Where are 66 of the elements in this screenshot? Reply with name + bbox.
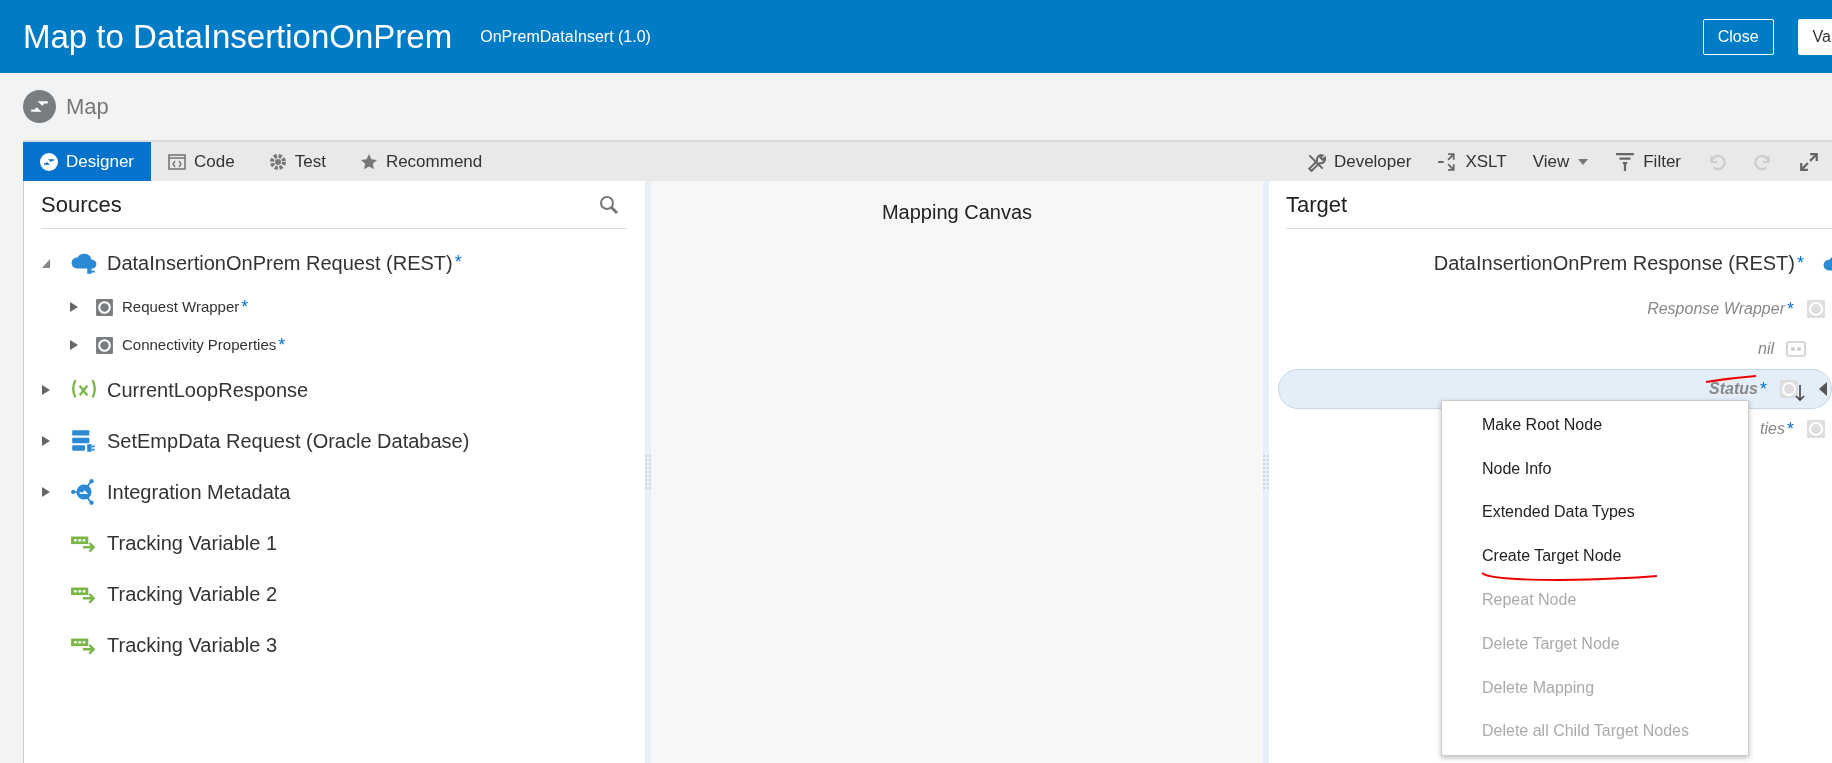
expand-triangle-icon[interactable] (41, 383, 51, 396)
target-title: Target (1286, 191, 1348, 219)
sources-title: Sources (41, 191, 122, 219)
node-icon (95, 335, 114, 355)
toolbar-button[interactable]: Filter (1602, 142, 1694, 181)
splitter-handle-icon[interactable] (645, 454, 651, 491)
arrows-icon (1437, 151, 1458, 172)
tab[interactable]: Code (151, 142, 252, 181)
required-asterisk: * (1797, 251, 1804, 275)
expand-icon (1799, 151, 1819, 172)
expand-triangle-icon[interactable] (69, 339, 79, 351)
tab[interactable]: Recommend (342, 142, 500, 181)
tree-item-label[interactable]: Request Wrapper (122, 295, 240, 319)
tab[interactable]: Designer (23, 142, 152, 181)
tree-item-label[interactable]: Tracking Variable 1 (107, 527, 278, 558)
wrench-screwdriver-icon (1305, 151, 1326, 172)
expand-triangle-icon[interactable] (69, 301, 79, 313)
tree-item-label[interactable]: Integration Metadata (107, 476, 291, 507)
target-node-label[interactable]: Response Wrapper (1647, 297, 1785, 321)
tree-item-label[interactable]: Tracking Variable 3 (107, 629, 278, 660)
canvas-title: Mapping Canvas (881, 201, 1033, 223)
code-icon (168, 152, 187, 171)
collapse-triangle-icon[interactable] (1819, 382, 1827, 396)
node-icon (1806, 299, 1826, 319)
target-node-label[interactable]: DataInsertionOnPrem Response (REST) (1433, 248, 1795, 278)
annotation-mark (1705, 375, 1757, 383)
expand-triangle-icon[interactable] (41, 485, 51, 498)
gear-icon (268, 152, 287, 171)
tab[interactable]: Test (251, 142, 343, 181)
required-asterisk: * (1787, 297, 1794, 321)
map-icon (23, 90, 56, 123)
tree-item-label[interactable]: SetEmpData Request (Oracle Database) (107, 425, 470, 456)
toolbar-button[interactable]: Developer (1292, 142, 1425, 181)
caret-icon (1577, 157, 1590, 166)
expand-triangle-icon[interactable] (41, 434, 51, 447)
integration-subtitle: OnPremDataInsert (1.0) (480, 26, 651, 47)
target-node-label[interactable]: nil (1758, 337, 1774, 361)
required-asterisk: * (454, 251, 462, 274)
toolbar-button[interactable]: XSLT (1424, 142, 1520, 181)
node-icon (95, 297, 114, 317)
attribute-icon (1786, 339, 1806, 359)
splitter-handle-icon[interactable] (1263, 454, 1269, 491)
node-icon (1806, 419, 1826, 439)
map-icon (40, 152, 58, 171)
required-asterisk: * (241, 295, 249, 319)
header-button[interactable]: Va (1797, 18, 1832, 55)
down-arrow-icon (1795, 384, 1805, 402)
required-asterisk: * (1760, 377, 1767, 401)
required-asterisk: * (1787, 417, 1794, 441)
breadcrumb-label: Map (66, 93, 109, 121)
page-title: Map to DataInsertionOnPrem (23, 16, 453, 57)
menu-item[interactable]: Create Target Node (1442, 534, 1748, 579)
tree-item-label[interactable]: DataInsertionOnPrem Request (REST) (107, 247, 453, 278)
close-button[interactable]: Close (1702, 18, 1774, 55)
required-asterisk: * (278, 333, 286, 357)
filter-icon (1615, 151, 1636, 172)
tree-item-label[interactable]: Connectivity Properties (122, 333, 277, 357)
target-node-label[interactable]: ties (1760, 417, 1785, 441)
menu-item[interactable]: Extended Data Types (1442, 490, 1748, 535)
tree-item-label[interactable]: CurrentLoopResponse (107, 374, 309, 405)
star-icon (359, 152, 378, 171)
node-icon (1779, 379, 1799, 399)
tree-item-label[interactable]: Tracking Variable 2 (107, 578, 278, 609)
toolbar-button[interactable]: View (1519, 142, 1603, 181)
search-icon[interactable] (599, 194, 619, 215)
menu-item[interactable]: Node Info (1442, 446, 1748, 491)
